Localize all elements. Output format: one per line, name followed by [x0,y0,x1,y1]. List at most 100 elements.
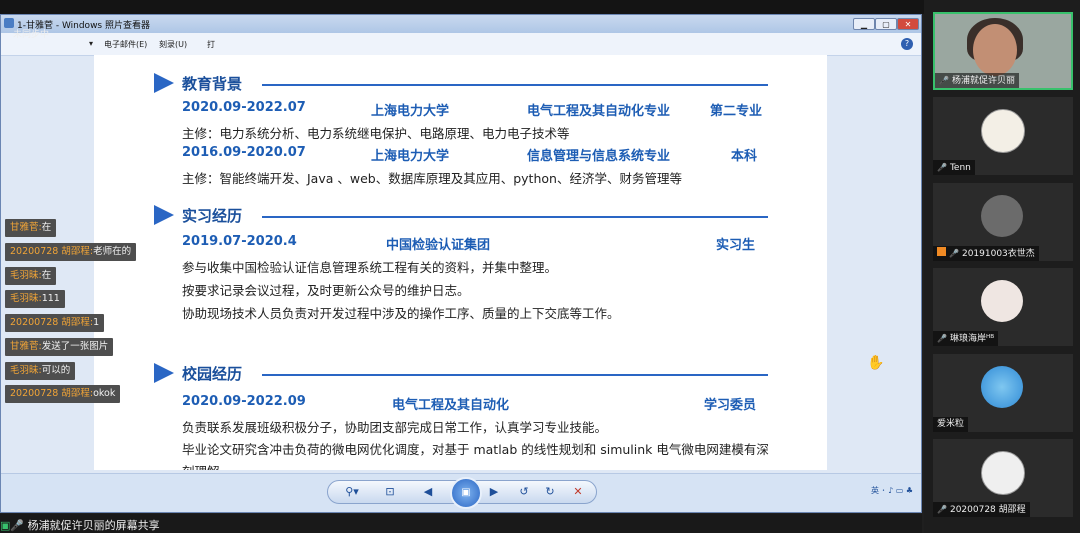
edu-field-1: 电气工程及其自动化专业 [527,104,671,119]
campus-duty-2: 毕业论文研究含冲击负荷的微电网优化调度，对基于 matlab 的线性规划和 si… [182,442,769,457]
chat-text: 老师在的 [93,246,132,257]
section-divider [262,374,768,376]
chat-text: 可以的 [41,365,71,376]
chat-message: 20200728 胡邵程:okok [5,385,121,403]
participant-name: 20191003衣世杰 [961,249,1035,259]
avatar [981,280,1023,322]
participant-label: 🎤 20191003衣世杰 [933,246,1039,261]
campus-duty-3: 刻理解。 [182,461,232,470]
next-icon[interactable]: ▶ [484,485,504,498]
screen-share-label: ▣🎤 杨浦就促许贝丽的屏幕共享 [0,517,160,533]
intern-duty-2: 按要求记录会议过程，及时更新公众号的维护日志。 [182,283,470,298]
participant-name: 琳琅海岸ᴴᴮ [949,334,995,344]
chat-text: 1 [93,317,100,328]
hand-cursor-icon: ✋ [867,355,885,371]
chat-sender: 毛羽昧: [10,293,42,304]
participant-tile[interactable]: 🎤 20191003衣世杰 [933,183,1073,261]
participant-name: 爱米粒 [937,419,965,429]
chat-message: 甘雅菅:在 [5,219,57,237]
participants-panel: 🎤 杨浦就促许贝丽 🎤 Tenn 🎤 20191003衣世杰 🎤 琳琅海岸ᴴᴮ 爱米粒 … [924,0,1080,533]
menu-burn[interactable]: 刻录(U) [159,39,187,50]
mic-muted-icon: 🎤 [937,334,947,343]
window-titlebar: 1-甘雅菅 - Windows 照片查看器 ▁ ▢ ✕ [1,15,921,33]
participant-name: 20200728 胡邵程 [949,505,1026,515]
campus-date: 2020.09-2022.09 [182,394,306,409]
section-marker-icon [154,73,174,93]
edu-role-2: 本科 [731,149,758,164]
intern-role: 实习生 [716,238,756,253]
sync-status: 未同步中 [13,30,50,40]
share-status-bar: ▣🎤 杨浦就促许贝丽的屏幕共享 [0,514,922,533]
chat-message: 20200728 胡邵程:老师在的 [5,243,137,261]
mic-on-icon: 🎤 [939,76,949,85]
edu-date-1: 2020.09-2022.07 [182,100,306,115]
video-face [973,24,1017,76]
participant-tile[interactable]: 🎤 20200728 胡邵程 [933,439,1073,517]
avatar [981,109,1025,153]
section-heading-internship: 实习经历 [182,207,243,225]
zoom-icon[interactable]: ⚲▾ [342,485,362,498]
viewer-controls: ⚲▾ ⊡ ◀ ▣ ▶ ↺ ↻ ✕ [327,477,597,509]
chat-sender: 毛羽昧: [10,270,42,281]
edu-courses-1: 主修：电力系统分析、电力系统继电保护、电路原理、电力电子技术等 [182,126,570,141]
resume-page: 教育背景 2020.09-2022.07 上海电力大学 电气工程及其自动化专业 … [94,55,827,470]
intern-duty-1: 参与收集中国检验认证信息管理系统工程有关的资料，并集中整理。 [182,260,558,275]
dropdown-arrow-icon[interactable]: ▾ [89,39,93,48]
actual-size-icon[interactable]: ⊡ [380,485,400,498]
section-divider [262,84,768,86]
section-marker-icon [154,205,174,225]
delete-icon[interactable]: ✕ [568,485,588,498]
menu-email[interactable]: 电子邮件(E) [104,39,147,50]
chat-message: 20200728 胡邵程:1 [5,314,105,332]
share-label-text: 杨浦就促许贝丽的屏幕共享 [27,519,160,532]
chat-message: 毛羽昧:在 [5,267,57,285]
rotate-left-icon[interactable]: ↺ [514,485,534,498]
close-button[interactable]: ✕ [897,18,919,30]
participant-tile[interactable]: 🎤 Tenn [933,97,1073,175]
mic-muted-icon: 🎤 [949,249,959,258]
participant-tile[interactable]: 爱米粒 [933,354,1073,432]
chat-sender: 毛羽昧: [10,365,42,376]
slideshow-icon[interactable]: ▣ [450,477,482,509]
intern-duty-3: 协助现场技术人员负责对开发过程中涉及的操作工序、质量的上下交底等工作。 [182,306,620,321]
participant-name: 杨浦就促许贝丽 [951,76,1015,86]
shared-window: 1-甘雅菅 - Windows 照片查看器 ▁ ▢ ✕ 未同步中 ▾ 电子邮件(… [0,14,922,513]
campus-duty-1: 负责联系发展班级积极分子，协助团支部完成日常工作，认真学习专业技能。 [182,420,608,435]
section-heading-education: 教育背景 [182,75,243,93]
maximize-button[interactable]: ▢ [875,18,897,30]
campus-role: 学习委员 [704,398,757,413]
participant-tile[interactable]: 🎤 琳琅海岸ᴴᴮ [933,268,1073,346]
minimize-button[interactable]: ▁ [853,18,875,30]
avatar [981,195,1023,237]
edu-role-1: 第二专业 [710,104,763,119]
chat-text: okok [93,388,116,399]
participant-label: 🎤 杨浦就促许贝丽 [935,73,1019,88]
chat-sender: 20200728 胡邵程: [10,388,94,399]
user-icon [937,247,946,256]
chat-text: 在 [41,222,52,233]
participant-label: 🎤 琳琅海岸ᴴᴮ [933,331,999,346]
viewer-control-bar: ⚲▾ ⊡ ◀ ▣ ▶ ↺ ↻ ✕ 英 ･ ♪ ▭ ♣ [1,473,921,512]
mic-muted-icon: 🎤 [937,163,947,172]
participant-tile-active[interactable]: 🎤 杨浦就促许贝丽 [933,12,1073,90]
menu-print[interactable]: 打 [207,39,215,50]
chat-message: 毛羽昧:可以的 [5,362,76,380]
avatar [981,366,1023,408]
mic-muted-icon: 🎤 [937,505,947,514]
chat-sender: 甘雅菅: [10,222,42,233]
chat-text: 111 [41,293,60,304]
participant-name: Tenn [949,163,971,173]
edu-org-2: 上海电力大学 [371,149,450,164]
rotate-right-icon[interactable]: ↻ [540,485,560,498]
chat-text: 在 [41,270,52,281]
help-icon[interactable]: ? [901,38,913,50]
participant-label: 爱米粒 [933,417,969,432]
previous-icon[interactable]: ◀ [418,485,438,498]
edu-field-2: 信息管理与信息系统专业 [527,149,671,164]
top-bar: ••• [0,0,1080,14]
edu-courses-2: 主修：智能终端开发、Java 、web、数据库原理及其应用、python、经济学… [182,171,682,186]
chat-message: 甘雅菅:发送了一张图片 [5,338,114,356]
section-marker-icon [154,363,174,383]
ime-toolbar[interactable]: 英 ･ ♪ ▭ ♣ [871,485,913,496]
chat-sender: 20200728 胡邵程: [10,246,94,257]
